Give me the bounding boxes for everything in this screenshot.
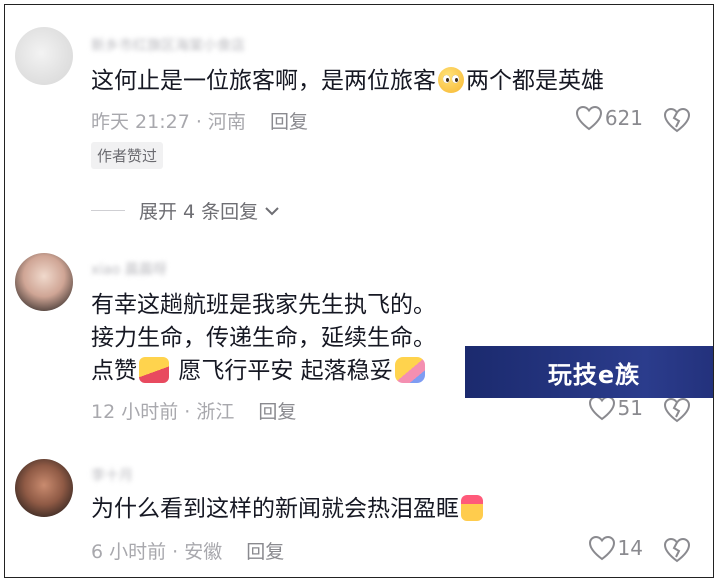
like-count: 51	[617, 396, 643, 420]
comment-meta: 昨天 21:27 · 河南 回复	[91, 111, 308, 133]
expand-replies-button[interactable]: 展开 4 条回复	[91, 197, 282, 224]
comment-text: 为什么看到这样的新闻就会热泪盈眶	[91, 493, 485, 526]
comment-time: 12 小时前	[91, 401, 179, 423]
comment-time: 昨天 21:27	[91, 111, 190, 133]
avatar[interactable]	[15, 459, 73, 517]
comment-username[interactable]: xiao 晨晨呀	[91, 259, 167, 278]
pleading-face-icon	[438, 67, 464, 93]
comment-meta: 12 小时前 · 浙江 回复	[91, 401, 297, 423]
comment-line: 点赞 愿飞行平安 起落稳妥	[91, 355, 436, 388]
divider	[91, 210, 125, 211]
comment-text-part: 为什么看到这样的新闻就会热泪盈眶	[91, 496, 459, 522]
comment-time: 6 小时前	[91, 541, 167, 563]
comment-line: 接力生命，传递生命，延续生命。	[91, 325, 436, 351]
comment-location: 浙江	[196, 401, 235, 423]
like-count: 14	[617, 536, 643, 560]
reply-button[interactable]: 回复	[246, 541, 284, 563]
dislike-icon[interactable]	[663, 397, 691, 423]
comment-line: 有幸这趟航班是我家先生执飞的。	[91, 292, 436, 318]
heart-icon	[588, 535, 615, 561]
reply-button[interactable]: 回复	[258, 401, 296, 423]
finger-heart-icon	[461, 495, 483, 521]
like-button[interactable]: 621	[575, 105, 643, 131]
watermark-logo: 玩技e族	[465, 346, 713, 398]
heart-icon	[575, 105, 602, 131]
author-liked-badge: 作者赞过	[91, 142, 164, 169]
expand-label: 展开 4 条回复	[139, 201, 259, 223]
like-button[interactable]: 51	[588, 395, 643, 421]
comment-location: 安徽	[184, 541, 223, 563]
comment-text-part: 两个都是英雄	[466, 68, 604, 94]
comment-username[interactable]: 李十月	[91, 465, 133, 484]
comment-text: 这何止是一位旅客啊，是两位旅客 两个都是英雄	[91, 65, 604, 98]
comment-meta: 6 小时前 · 安徽 回复	[91, 541, 285, 563]
comment-list: 新乡市红旗区海棠小食店 这何止是一位旅客啊，是两位旅客 两个都是英雄 昨天 21:…	[4, 4, 714, 578]
comment-text-part: 这何止是一位旅客啊，是两位旅客	[91, 68, 436, 94]
avatar[interactable]	[15, 27, 73, 85]
hugging-icon	[394, 357, 425, 383]
comment-text-part: 愿飞行平安 起落稳妥	[178, 358, 393, 384]
comment-location: 河南	[207, 111, 246, 133]
dislike-icon[interactable]	[663, 107, 691, 133]
comment-text: 有幸这趟航班是我家先生执飞的。 接力生命，传递生命，延续生命。 点赞 愿飞行平安…	[91, 289, 436, 388]
reply-button[interactable]: 回复	[270, 111, 308, 133]
comment-username[interactable]: 新乡市红旗区海棠小食店	[91, 35, 245, 54]
dislike-icon[interactable]	[663, 537, 691, 563]
thumbs-up-icon	[139, 357, 169, 383]
heart-icon	[588, 395, 615, 421]
comment-text-part: 点赞	[91, 358, 137, 384]
like-button[interactable]: 14	[588, 535, 643, 561]
chevron-down-icon	[265, 206, 279, 215]
avatar[interactable]	[15, 253, 73, 311]
like-count: 621	[604, 106, 643, 130]
